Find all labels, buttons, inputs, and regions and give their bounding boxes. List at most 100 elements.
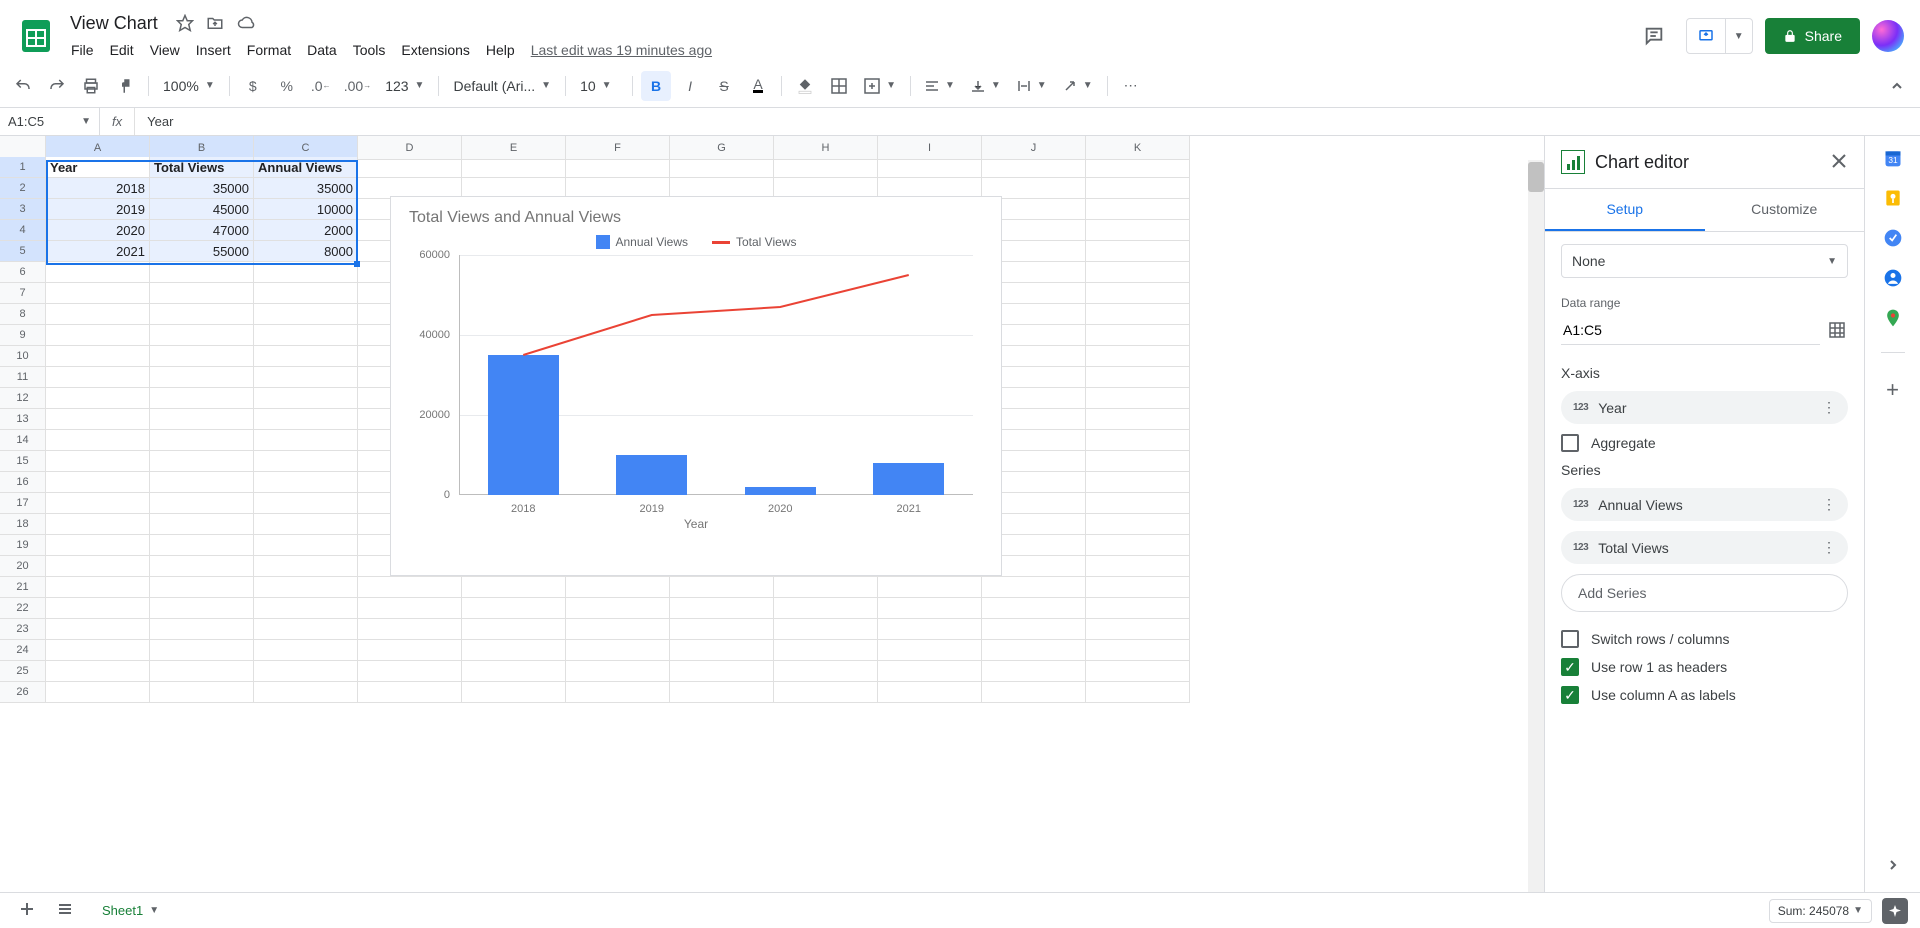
decrease-decimal-button[interactable]: .0← (306, 71, 336, 101)
xaxis-menu-icon[interactable]: ⋮ (1822, 399, 1836, 416)
cell[interactable] (670, 682, 774, 703)
cell[interactable] (462, 577, 566, 598)
tab-setup[interactable]: Setup (1545, 189, 1705, 231)
name-box[interactable]: A1:C5▼ (0, 108, 100, 135)
row-header[interactable]: 22 (0, 598, 46, 619)
cell[interactable] (1086, 199, 1190, 220)
series-0-menu-icon[interactable]: ⋮ (1822, 496, 1836, 513)
cell[interactable]: 35000 (254, 178, 358, 199)
row-header[interactable]: 5 (0, 241, 46, 262)
cell[interactable] (46, 514, 150, 535)
cell[interactable] (150, 598, 254, 619)
cell[interactable] (1086, 388, 1190, 409)
cell[interactable]: 2000 (254, 220, 358, 241)
add-sheet-button[interactable] (12, 894, 42, 927)
cell[interactable] (150, 283, 254, 304)
currency-button[interactable]: $ (238, 71, 268, 101)
cell[interactable] (566, 661, 670, 682)
row-header[interactable]: 23 (0, 619, 46, 640)
cell[interactable] (982, 619, 1086, 640)
cell[interactable] (1086, 178, 1190, 199)
cell[interactable] (46, 325, 150, 346)
calendar-icon[interactable]: 31 (1883, 148, 1903, 168)
italic-button[interactable]: I (675, 71, 705, 101)
cell[interactable] (670, 619, 774, 640)
contacts-icon[interactable] (1883, 268, 1903, 288)
cell[interactable] (254, 514, 358, 535)
merge-button[interactable]: ▼ (858, 71, 902, 101)
cell[interactable] (46, 451, 150, 472)
cell[interactable] (150, 430, 254, 451)
number-format-select[interactable]: 123 ▼ (379, 71, 430, 101)
sheet-tab-1[interactable]: Sheet1▼ (88, 897, 173, 924)
cell[interactable] (254, 577, 358, 598)
series-1-menu-icon[interactable]: ⋮ (1822, 539, 1836, 556)
cell[interactable] (982, 661, 1086, 682)
cell[interactable] (1086, 220, 1190, 241)
cell[interactable] (774, 157, 878, 178)
cell[interactable] (1086, 304, 1190, 325)
cell[interactable] (46, 304, 150, 325)
cell[interactable] (150, 451, 254, 472)
switch-rows-checkbox[interactable] (1561, 630, 1579, 648)
cell[interactable] (566, 598, 670, 619)
series-chip-1[interactable]: 123Total Views⋮ (1561, 531, 1848, 564)
v-align-button[interactable]: ▼ (965, 71, 1007, 101)
cell[interactable] (878, 598, 982, 619)
share-button[interactable]: Share (1765, 18, 1860, 54)
cell[interactable] (46, 640, 150, 661)
cell[interactable] (150, 640, 254, 661)
cell[interactable] (566, 157, 670, 178)
row-header[interactable]: 15 (0, 451, 46, 472)
cell[interactable] (462, 661, 566, 682)
cell[interactable] (566, 640, 670, 661)
cell[interactable] (254, 325, 358, 346)
cell[interactable] (46, 388, 150, 409)
menu-data[interactable]: Data (300, 38, 344, 62)
cell[interactable] (774, 661, 878, 682)
cell[interactable] (150, 514, 254, 535)
present-button[interactable]: ▼ (1686, 18, 1753, 54)
aggregate-checkbox[interactable] (1561, 434, 1579, 452)
comment-history-icon[interactable] (1634, 16, 1674, 56)
tab-customize[interactable]: Customize (1705, 189, 1865, 231)
move-icon[interactable] (206, 14, 224, 32)
row-header[interactable]: 18 (0, 514, 46, 535)
maps-icon[interactable] (1883, 308, 1903, 328)
cell[interactable] (254, 262, 358, 283)
redo-button[interactable] (42, 71, 72, 101)
cell[interactable] (358, 577, 462, 598)
cell[interactable] (358, 640, 462, 661)
cell[interactable] (46, 577, 150, 598)
fill-color-button[interactable] (790, 71, 820, 101)
cell[interactable] (46, 283, 150, 304)
cell[interactable] (150, 535, 254, 556)
print-button[interactable] (76, 71, 106, 101)
row-header[interactable]: 14 (0, 430, 46, 451)
cell[interactable] (150, 682, 254, 703)
cell[interactable]: Total Views (150, 157, 254, 178)
cell[interactable] (46, 556, 150, 577)
cell[interactable] (150, 367, 254, 388)
row-header[interactable]: 1 (0, 157, 46, 178)
cell[interactable]: 10000 (254, 199, 358, 220)
cloud-status-icon[interactable] (236, 14, 256, 32)
cell[interactable] (670, 157, 774, 178)
row-header[interactable]: 3 (0, 199, 46, 220)
rotate-button[interactable]: ▼ (1057, 71, 1099, 101)
cell[interactable] (878, 682, 982, 703)
cell[interactable] (46, 493, 150, 514)
more-toolbar-button[interactable]: ⋯ (1116, 71, 1146, 101)
vertical-scrollbar[interactable] (1528, 160, 1544, 892)
explore-button[interactable] (1882, 898, 1908, 924)
cell[interactable] (1086, 451, 1190, 472)
cell[interactable]: 55000 (150, 241, 254, 262)
cell[interactable] (358, 682, 462, 703)
cell[interactable] (254, 304, 358, 325)
formula-input[interactable] (135, 108, 1920, 135)
cell[interactable]: 8000 (254, 241, 358, 262)
cell[interactable]: Annual Views (254, 157, 358, 178)
cell[interactable] (774, 682, 878, 703)
cell[interactable] (254, 430, 358, 451)
cell[interactable] (150, 388, 254, 409)
